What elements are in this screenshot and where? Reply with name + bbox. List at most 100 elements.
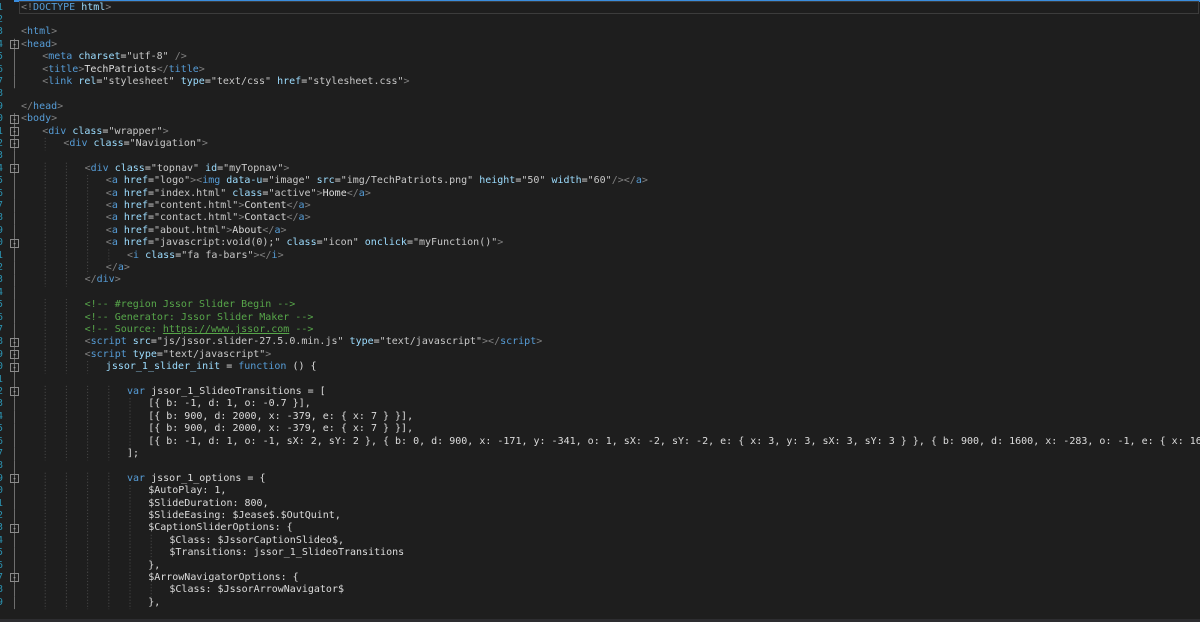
code-token: "index.html" <box>154 187 227 199</box>
code-line[interactable]: 8 <box>0 88 1200 100</box>
line-number: 4 <box>0 534 4 546</box>
code-line[interactable]: 9 <a href="about.html">About</a> <box>0 225 1200 237</box>
code-line[interactable]: 4- <div class="topnav" id="myTopnav"> <box>0 163 1200 175</box>
code-line[interactable]: 1 $SlideDuration: 800, <box>0 498 1200 510</box>
fold-collapse-icon[interactable]: - <box>10 164 19 174</box>
line-code: $Class: $JssorArrowNavigator$ <box>169 584 344 596</box>
code-line[interactable]: 5 $Transitions: jssor_1_SlideoTransitions <box>0 547 1200 559</box>
code-line[interactable]: 5 <!-- #region Jssor Slider Begin --> <box>0 299 1200 311</box>
code-line[interactable]: 2- var jssor_1_SlideoTransitions = [ <box>0 386 1200 398</box>
code-token: About <box>232 224 263 236</box>
code-token: href <box>123 212 148 224</box>
code-line[interactable]: 0- <body> <box>0 113 1200 125</box>
code-token: "logo" <box>154 175 191 187</box>
code-token: > <box>277 249 284 261</box>
fold-collapse-icon[interactable]: - <box>10 40 19 50</box>
code-line[interactable]: 1 <i class="fa fa-bars"></i> <box>0 250 1200 262</box>
fold-collapse-icon[interactable]: - <box>10 523 19 533</box>
code-line[interactable]: 8 $Class: $JssorArrowNavigator$ <box>0 584 1200 596</box>
code-line[interactable]: 6 [{ b: -1, d: 1, o: -1, sX: 2, sY: 2 }, … <box>0 436 1200 448</box>
code-line[interactable]: 1 <box>0 374 1200 386</box>
code-line[interactable]: 9- <script type="text/javascript"> <box>0 349 1200 361</box>
code-line[interactable]: 7 <!-- Source: https://www.jssor.com --> <box>0 324 1200 336</box>
code-line[interactable]: 9- var jssor_1_options = { <box>0 473 1200 485</box>
fold-collapse-icon[interactable]: - <box>10 350 19 360</box>
code-token: div <box>90 162 109 174</box>
code-line[interactable]: 0- jssor_1_slider_init = function () { <box>0 361 1200 373</box>
code-line[interactable]: 4 $Class: $JssorCaptionSlideo$, <box>0 535 1200 547</box>
line-code: <i class="fa fa-bars"></i> <box>127 250 284 262</box>
code-token: "Navigation" <box>129 137 202 149</box>
code-token: https://www.jssor.com <box>162 323 290 335</box>
code-line[interactable]: 8 <a href="contact.html">Contact</a> <box>0 212 1200 224</box>
fold-collapse-icon[interactable]: - <box>10 127 19 136</box>
fold-collapse-icon[interactable]: - <box>10 337 19 347</box>
code-line[interactable]: 7]; <box>0 448 1200 460</box>
code-token: class <box>145 249 176 261</box>
code-token: data-u <box>226 175 263 187</box>
code-line[interactable]: 9}, <box>0 597 1200 609</box>
code-line[interactable]: 2 $SlideEasing: $Jease$.$OutQuint, <box>0 510 1200 522</box>
code-token: href <box>123 187 148 199</box>
code-line[interactable]: 0 $AutoPlay: 1, <box>0 485 1200 497</box>
code-line[interactable]: 2- <div class="Navigation"> <box>0 138 1200 150</box>
fold-collapse-icon[interactable]: - <box>10 474 19 484</box>
fold-collapse-icon[interactable]: - <box>10 387 19 397</box>
code-line[interactable]: 3 <box>0 150 1200 162</box>
fold-collapse-icon[interactable]: - <box>10 362 19 372</box>
code-token: > <box>198 63 205 75</box>
code-token: "text/css" <box>210 75 272 87</box>
code-line[interactable]: 4- <head> <box>0 39 1200 51</box>
code-line[interactable]: 2 <box>0 14 1200 26</box>
code-line[interactable]: 6 <title>TechPatriots</title> <box>0 64 1200 76</box>
code-line[interactable]: 6 <!-- Generator: Jssor Slider Maker --> <box>0 312 1200 324</box>
fold-collapse-icon[interactable]: - <box>10 573 19 583</box>
code-editor[interactable]: 1 <!DOCTYPE html> 2 3 <html> 4- <head> 5 <meta c… <box>0 0 1200 622</box>
fold-collapse-icon[interactable]: - <box>10 238 19 248</box>
code-token: class <box>114 162 145 174</box>
code-line[interactable]: 8 <box>0 460 1200 472</box>
code-token: jssor_1_SlideoTransitions = [ <box>145 385 326 397</box>
code-line[interactable]: 3 </div> <box>0 274 1200 286</box>
code-line[interactable]: 5 <meta charset="utf-8" /> <box>0 51 1200 63</box>
code-token: "myFunction()" <box>412 237 498 249</box>
code-line[interactable]: 8- <script src="js/jssor.slider-27.5.0.mi… <box>0 336 1200 348</box>
code-token: > <box>51 26 58 38</box>
code-line[interactable]: 7- $ArrowNavigatorOptions: { <box>0 572 1200 584</box>
code-token: > <box>536 336 543 348</box>
fold-collapse-icon[interactable]: - <box>10 114 19 124</box>
code-line[interactable]: 6 <a href="index.html" class="active">Hom… <box>0 188 1200 200</box>
code-token: meta <box>48 51 73 63</box>
fold-collapse-icon[interactable]: - <box>10 139 19 149</box>
code-line[interactable]: 9 </head> <box>0 101 1200 113</box>
code-token: "50" <box>521 175 546 187</box>
code-line[interactable]: 3 [{ b: -1, d: 1, o: -0.7 }], <box>0 398 1200 410</box>
code-line[interactable]: 6}, <box>0 560 1200 572</box>
line-code: <!-- Generator: Jssor Slider Maker --> <box>85 312 314 324</box>
code-line[interactable]: 0- <a href="javascript:void(0);" class="i… <box>0 237 1200 249</box>
code-token: [{ b: -1, d: 1, o: -1, sX: 2, sY: 2 }, {… <box>148 435 1200 447</box>
code-token: "text/javascript" <box>379 336 483 348</box>
code-line[interactable]: 3 <html> <box>0 26 1200 38</box>
code-line[interactable]: 7 <a href="content.html">Content</a> <box>0 200 1200 212</box>
code-line[interactable]: 3- $CaptionSliderOptions: { <box>0 522 1200 534</box>
code-line[interactable]: 1- <div class="wrapper"> <box>0 126 1200 138</box>
code-token: > <box>162 125 169 137</box>
line-number: 1 <box>0 125 4 137</box>
code-token: src <box>132 336 151 348</box>
code-line[interactable]: 2 </a> <box>0 262 1200 274</box>
line-code: <script src="js/jssor.slider-27.5.0.min.… <box>85 336 543 348</box>
code-line[interactable]: 4 [{ b: 900, d: 2000, x: -379, e: { x: 7 … <box>0 411 1200 423</box>
code-token: link <box>48 75 73 87</box>
code-token: $AutoPlay: 1, <box>148 485 227 497</box>
code-token: head <box>33 100 58 112</box>
line-code: [{ b: -1, d: 1, o: -0.7 }], <box>148 398 311 410</box>
line-number: 0 <box>0 237 4 249</box>
line-number: 5 <box>0 51 4 63</box>
code-line[interactable]: 1 <!DOCTYPE html> <box>0 2 1200 14</box>
code-line[interactable]: 5 [{ b: 900, d: 2000, x: -379, e: { x: 7 … <box>0 423 1200 435</box>
code-line[interactable]: 7 <link rel="stylesheet" type="text/css" … <box>0 76 1200 88</box>
code-line[interactable]: 4 <box>0 287 1200 299</box>
code-line[interactable]: 5 <a href="logo"><img data-u="image" src=… <box>0 175 1200 187</box>
code-token: <!-- Generator: Jssor Slider Maker --> <box>84 311 314 323</box>
